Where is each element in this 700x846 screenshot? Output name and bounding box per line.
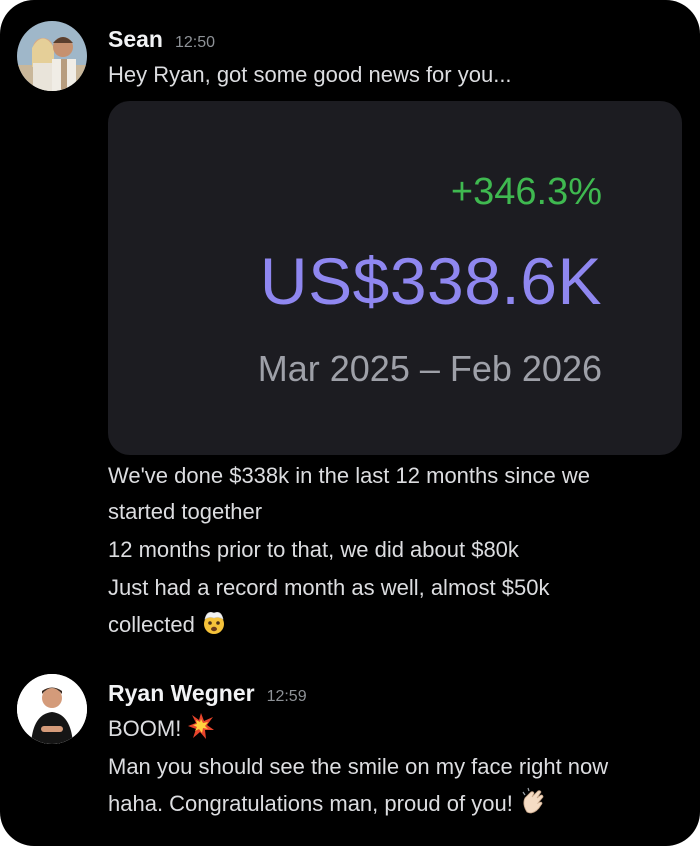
revenue-total: US$338.6K <box>259 244 602 318</box>
message-text: BOOM! <box>108 715 182 741</box>
revenue-card[interactable]: +346.3% US$338.6K Mar 2025 – Feb 2026 <box>108 101 682 455</box>
avatar-photo-sean <box>17 21 87 91</box>
message-text: Just had a record month as well, almost … <box>108 575 550 600</box>
avatar-sean[interactable] <box>17 21 87 91</box>
collision-emoji <box>187 712 215 748</box>
chat-window: Sean 12:50 Hey Ryan, got some good news f… <box>0 0 700 846</box>
message-text: 12 months prior to that, we did about $8… <box>108 537 519 562</box>
message-header: Sean 12:50 <box>108 26 215 53</box>
growth-percentage: +346.3% <box>450 171 602 213</box>
message-text: haha. Congratulations man, proud of you! <box>108 790 513 816</box>
message-text-with-emoji: BOOM! <box>108 712 215 748</box>
exploding-head-emoji <box>201 609 227 643</box>
message-text: Man you should see the smile on my face … <box>108 754 609 779</box>
date-range: Mar 2025 – Feb 2026 <box>257 348 602 389</box>
message-text: We've done $338k in the last 12 months s… <box>108 463 590 488</box>
timestamp: 12:50 <box>174 34 216 51</box>
message-header: Ryan Wegner 12:59 <box>108 680 307 707</box>
timestamp: 12:59 <box>266 688 307 705</box>
author-name[interactable]: Ryan Wegner <box>108 680 255 706</box>
message-text: collected <box>108 611 195 637</box>
avatar-ryan[interactable] <box>17 674 87 744</box>
avatar-photo-ryan <box>17 674 87 744</box>
author-name[interactable]: Sean <box>108 26 163 52</box>
clapping-hands-emoji <box>519 786 549 824</box>
message-text: started together <box>108 499 263 524</box>
message-text-with-emoji: haha. Congratulations man, proud of you! <box>108 786 549 824</box>
message-text-with-emoji: collected <box>108 609 227 643</box>
message-text: Hey Ryan, got some good news for you... <box>108 62 512 87</box>
